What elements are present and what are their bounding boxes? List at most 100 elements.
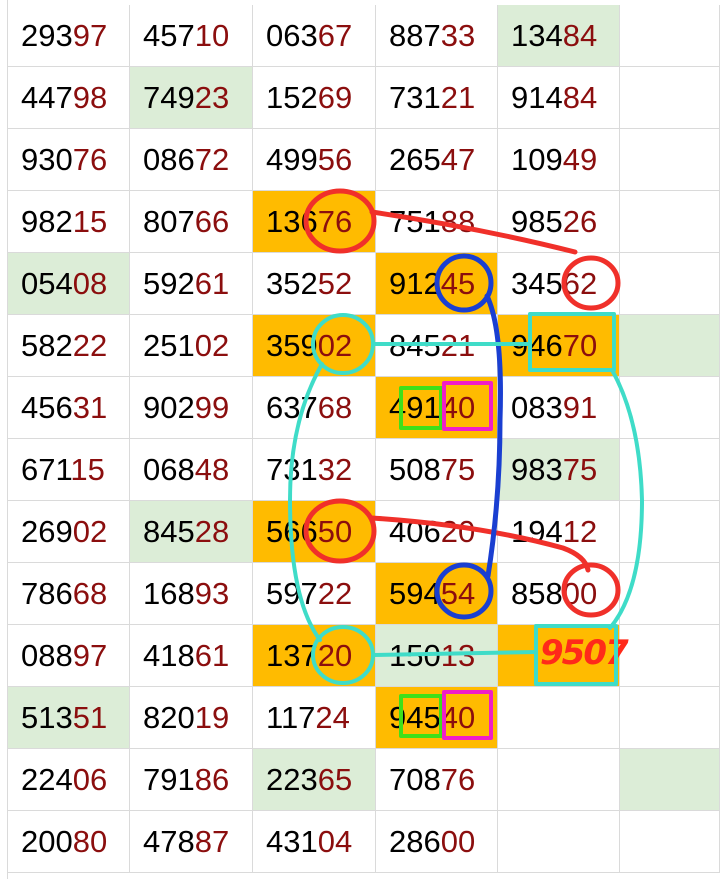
sheet-cell[interactable]: 43104 [253, 811, 376, 873]
sheet-cell[interactable] [620, 749, 720, 811]
sheet-cell[interactable]: 05408 [8, 253, 130, 315]
sheet-cell[interactable] [620, 377, 720, 439]
cell-digits-lead: 914 [511, 80, 563, 115]
sheet-cell[interactable]: 94540 [376, 687, 498, 749]
sheet-cell[interactable]: 67115 [8, 439, 130, 501]
sheet-cell[interactable] [620, 501, 720, 563]
sheet-cell[interactable]: 28600 [376, 811, 498, 873]
sheet-cell[interactable]: 34562 [498, 253, 620, 315]
sheet-cell[interactable] [620, 129, 720, 191]
sheet-cell[interactable]: 73132 [253, 439, 376, 501]
cell-digits-lead: 134 [511, 18, 563, 53]
sheet-cell[interactable]: 93076 [8, 129, 130, 191]
sheet-cell[interactable]: 26547 [376, 129, 498, 191]
sheet-cell[interactable]: 75188 [376, 191, 498, 253]
sheet-cell[interactable]: 19412 [498, 501, 620, 563]
sheet-cell[interactable]: 45710 [130, 5, 253, 67]
sheet-cell[interactable]: 13720 [253, 625, 376, 687]
sheet-cell[interactable]: 26902 [8, 501, 130, 563]
sheet-cell[interactable]: 59261 [130, 253, 253, 315]
sheet-cell[interactable]: 80766 [130, 191, 253, 253]
sheet-cell[interactable] [498, 811, 620, 873]
cell-digits-lead: 194 [511, 514, 563, 549]
sheet-cell[interactable] [620, 5, 720, 67]
cell-digits-lead: 068 [143, 452, 195, 487]
cell-digits-tail: 99 [194, 390, 230, 425]
sheet-cell[interactable] [620, 563, 720, 625]
sheet-cell[interactable]: 06848 [130, 439, 253, 501]
sheet-cell[interactable]: 79186 [130, 749, 253, 811]
sheet-cell[interactable] [620, 811, 720, 873]
sheet-cell[interactable]: 63768 [253, 377, 376, 439]
sheet-cell[interactable]: 45631 [8, 377, 130, 439]
cell-digits-lead: 137 [266, 638, 318, 673]
cell-digits-tail: 75 [440, 452, 476, 487]
sheet-cell[interactable]: 50875 [376, 439, 498, 501]
sheet-cell[interactable]: 56650 [253, 501, 376, 563]
sheet-cell[interactable]: 91245 [376, 253, 498, 315]
sheet-cell[interactable]: 20080 [8, 811, 130, 873]
sheet-cell[interactable] [620, 191, 720, 253]
sheet-cell[interactable]: 47887 [130, 811, 253, 873]
sheet-cell[interactable]: 73121 [376, 67, 498, 129]
sheet-cell[interactable]: 58222 [8, 315, 130, 377]
sheet-cell[interactable]: 13484 [498, 5, 620, 67]
sheet-cell[interactable]: 85800 [498, 563, 620, 625]
sheet-cell[interactable]: 59722 [253, 563, 376, 625]
sheet-cell[interactable] [620, 439, 720, 501]
sheet-cell[interactable]: 25102 [130, 315, 253, 377]
sheet-cell[interactable]: 49956 [253, 129, 376, 191]
sheet-cell[interactable] [620, 67, 720, 129]
sheet-cell[interactable]: 35252 [253, 253, 376, 315]
sheet-cell[interactable]: 82019 [130, 687, 253, 749]
sheet-cell[interactable]: 08672 [130, 129, 253, 191]
sheet-cell[interactable]: 22365 [253, 749, 376, 811]
sheet-cell[interactable]: 70876 [376, 749, 498, 811]
sheet-cell[interactable] [620, 687, 720, 749]
sheet-cell[interactable] [620, 315, 720, 377]
sheet-cell[interactable]: 35902 [253, 315, 376, 377]
sheet-cell[interactable] [498, 687, 620, 749]
sheet-cell[interactable]: 22406 [8, 749, 130, 811]
sheet-cell[interactable]: 88733 [376, 5, 498, 67]
sheet-cell[interactable]: 08897 [8, 625, 130, 687]
sheet-cell[interactable]: 59454 [376, 563, 498, 625]
cell-digits-lead: 807 [143, 204, 195, 239]
sheet-cell[interactable]: 06367 [253, 5, 376, 67]
sheet-cell[interactable] [620, 625, 720, 687]
sheet-cell[interactable]: 94670 [498, 315, 620, 377]
sheet-cell[interactable]: 74923 [130, 67, 253, 129]
sheet-cell[interactable]: 29397 [8, 5, 130, 67]
sheet-cell[interactable]: 40620 [376, 501, 498, 563]
sheet-cell[interactable]: 91484 [498, 67, 620, 129]
sheet-cell[interactable]: 11724 [253, 687, 376, 749]
cell-digits-tail: 12 [562, 514, 598, 549]
sheet-cell[interactable]: 98526 [498, 191, 620, 253]
sheet-cell[interactable]: 08391 [498, 377, 620, 439]
sheet-cell[interactable]: 41861 [130, 625, 253, 687]
sheet-cell[interactable]: 13676 [253, 191, 376, 253]
sheet-cell[interactable]: 98375 [498, 439, 620, 501]
cell-digits-lead: 751 [389, 204, 441, 239]
sheet-cell[interactable] [498, 749, 620, 811]
sheet-cell[interactable]: 16893 [130, 563, 253, 625]
sheet-cell[interactable]: 78668 [8, 563, 130, 625]
sheet-cell[interactable]: 51351 [8, 687, 130, 749]
cell-digits-lead: 858 [511, 576, 563, 611]
sheet-cell[interactable]: 49140 [376, 377, 498, 439]
sheet-cell[interactable] [620, 253, 720, 315]
sheet-cell[interactable]: 44798 [8, 67, 130, 129]
cell-digits-tail: 97 [72, 638, 108, 673]
sheet-cell[interactable]: 15269 [253, 67, 376, 129]
cell-digits-tail: 62 [562, 266, 598, 301]
sheet-cell[interactable]: 15013 [376, 625, 498, 687]
cell-digits-tail: 51 [72, 700, 108, 735]
cell-digits-tail: 88 [440, 204, 476, 239]
cell-digits-tail: 21 [440, 328, 476, 363]
sheet-cell[interactable]: 90299 [130, 377, 253, 439]
cell-digits-lead: 582 [21, 328, 73, 363]
sheet-cell[interactable]: 98215 [8, 191, 130, 253]
sheet-cell[interactable]: 10949 [498, 129, 620, 191]
sheet-cell[interactable]: 84528 [130, 501, 253, 563]
sheet-cell[interactable]: 84521 [376, 315, 498, 377]
